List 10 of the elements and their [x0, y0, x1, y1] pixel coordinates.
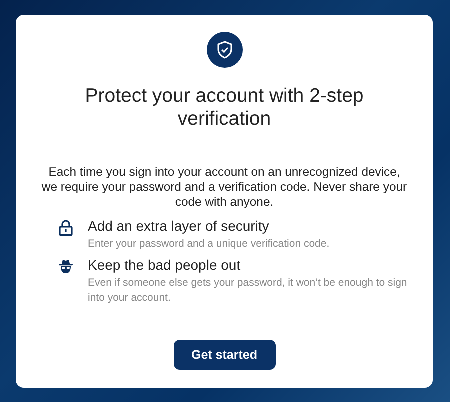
feature-description: Even if someone else gets your password, it won’t be enough to sign into your account. [88, 276, 408, 306]
padlock-icon [59, 220, 73, 236]
spy-icon [58, 259, 74, 274]
shield-check-icon [206, 32, 242, 68]
dialog-title: Protect your account with 2-step verification [84, 85, 365, 131]
get-started-button[interactable]: Get started [174, 340, 276, 370]
feature-description: Enter your password and a unique verification code. [88, 237, 331, 252]
feature-title: Add an extra layer of security [88, 218, 270, 234]
dialog-description: Each time you sign into your account on an unrecognized device, we require your password and a verification code. Never share your code with anyone. [40, 165, 408, 210]
feature-title: Keep the bad people out [88, 257, 242, 273]
